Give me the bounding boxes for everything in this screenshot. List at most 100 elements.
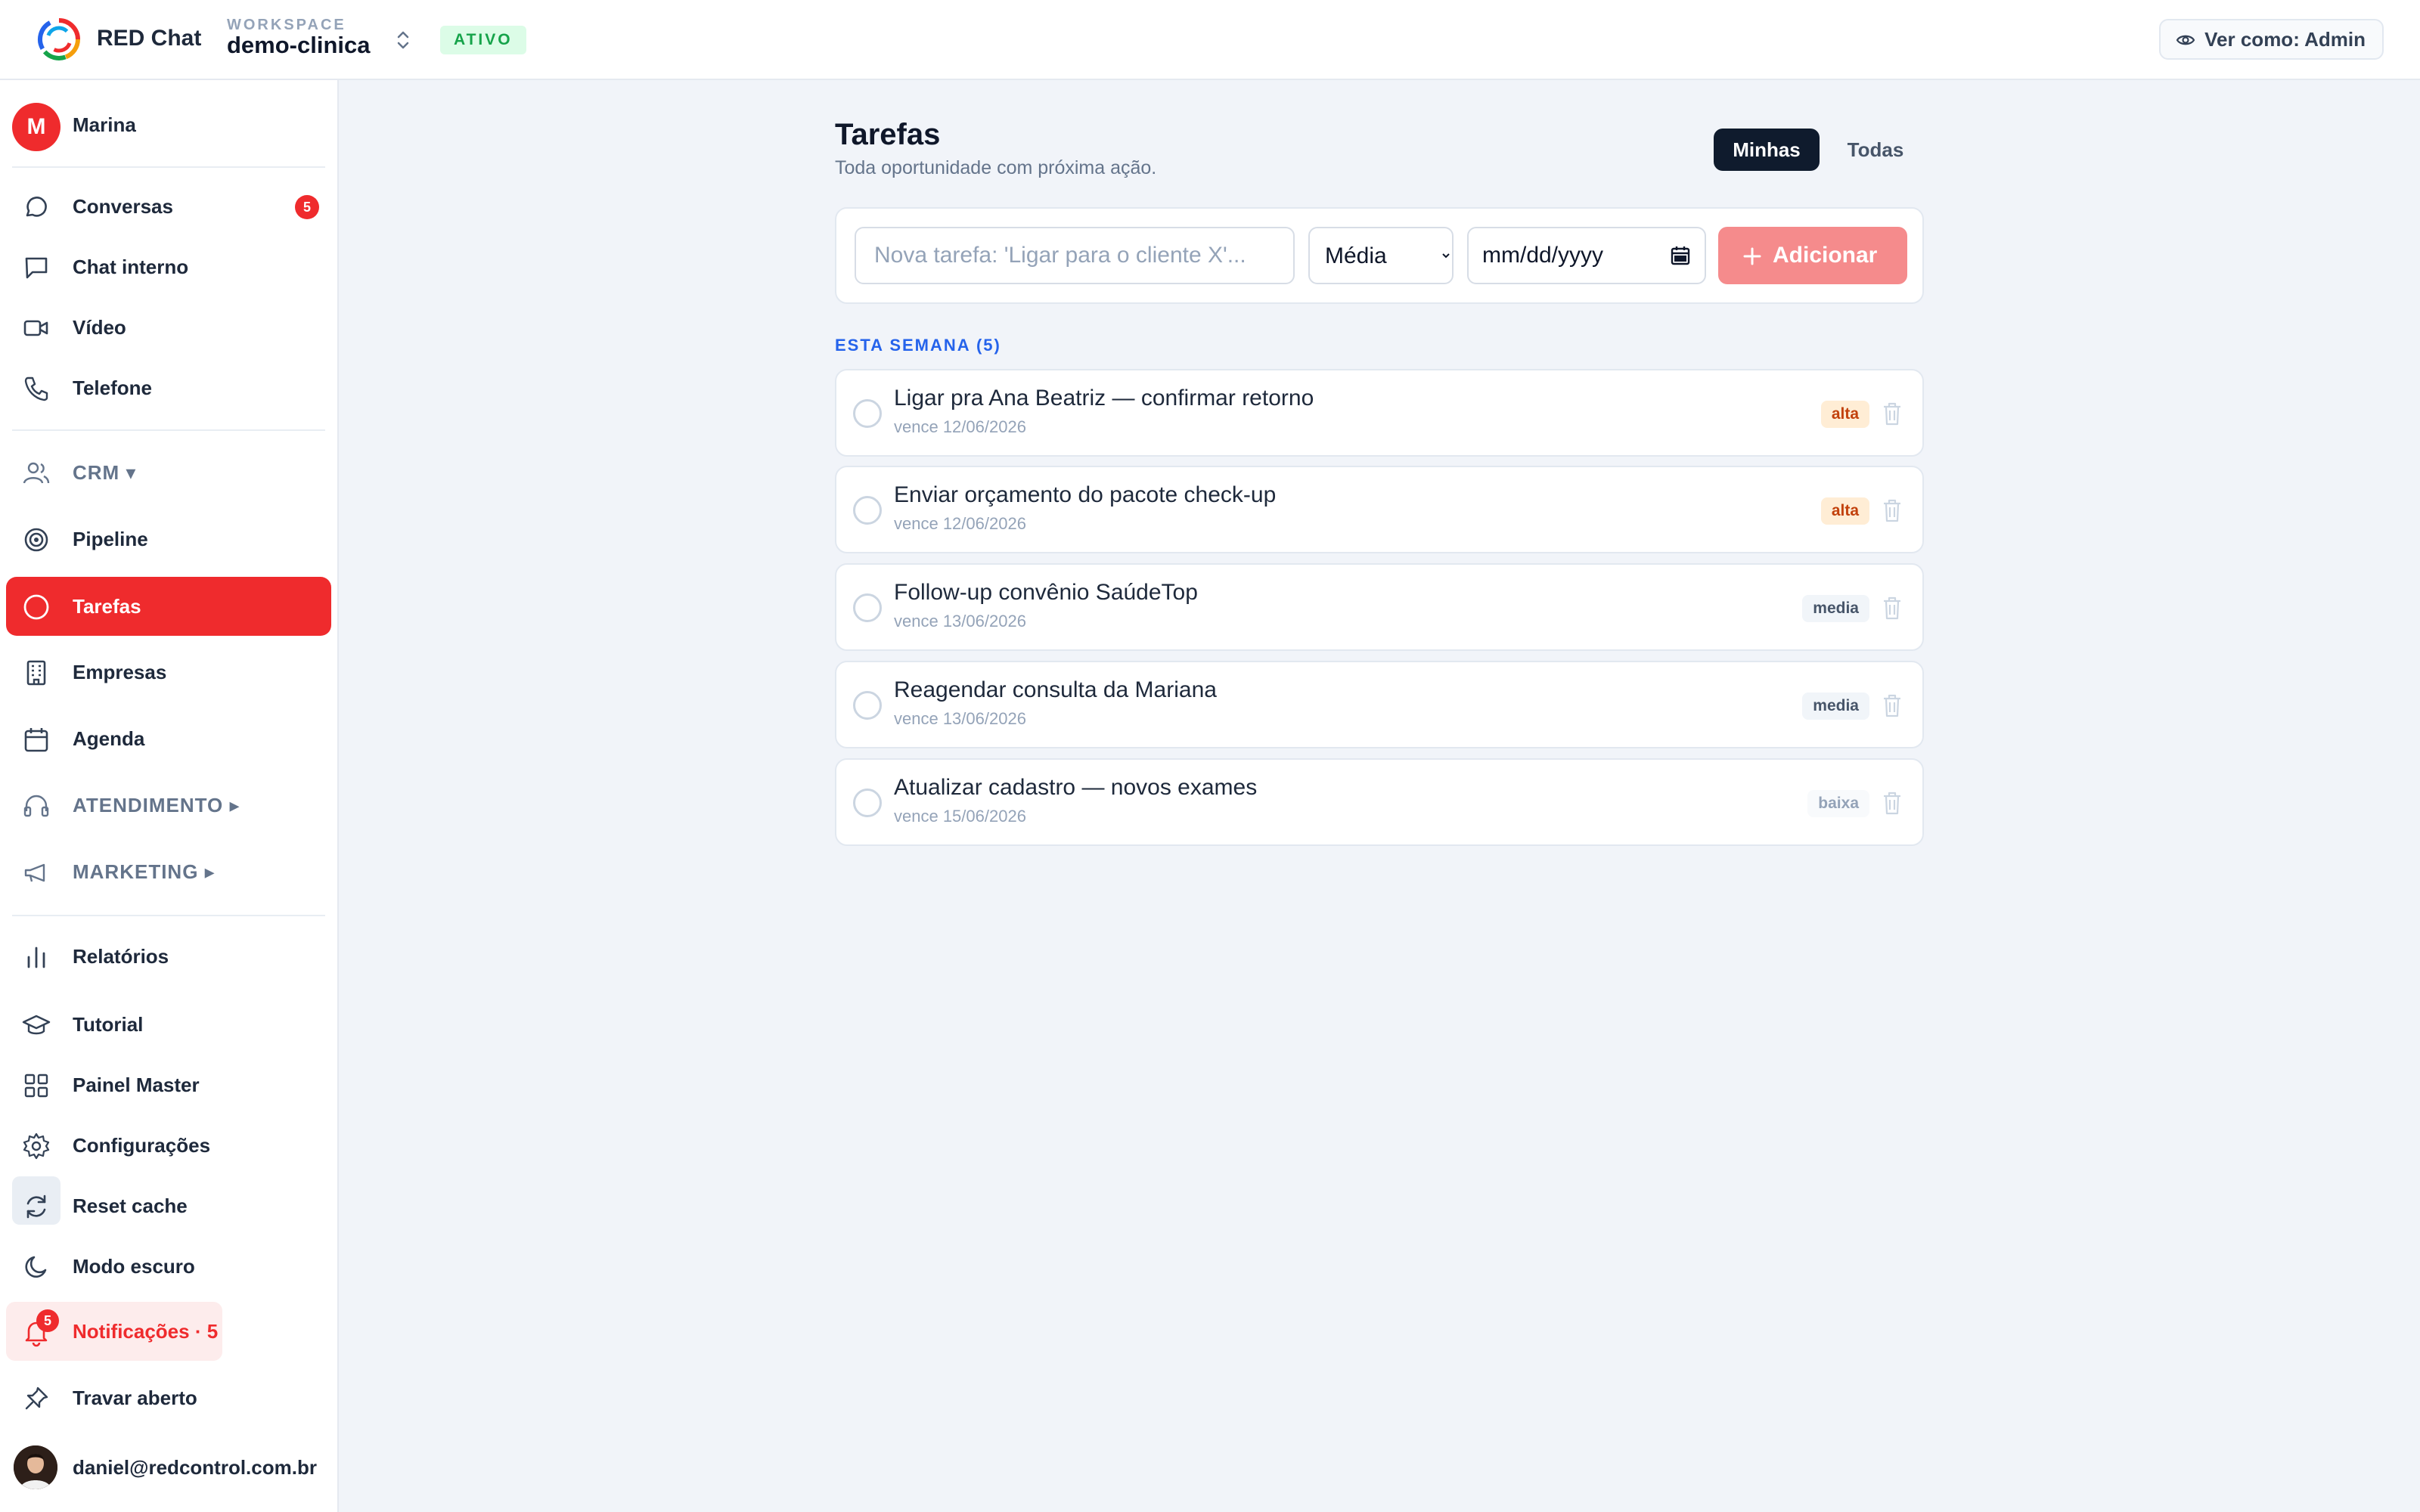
message-square-icon: [25, 257, 48, 279]
workspace-name[interactable]: demo-clinica: [227, 32, 371, 59]
sidebar-item-label: Pipeline: [73, 528, 148, 550]
task-row[interactable]: Enviar orçamento do pacote check-up vence…: [835, 466, 1924, 553]
sidebar-divider: [12, 166, 325, 168]
task-due-date: vence 12/06/2026: [894, 514, 1026, 533]
sidebar-section-label: MARKETING ▸: [73, 860, 216, 883]
task-row[interactable]: Ligar pra Ana Beatriz — confirmar retorn…: [835, 369, 1924, 457]
task-due-date: vence 13/06/2026: [894, 709, 1026, 728]
sidebar-item-tarefas[interactable]: Tarefas: [6, 577, 331, 636]
task-title[interactable]: Follow-up convênio SaúdeTop: [894, 580, 1198, 606]
user-name[interactable]: Marina: [73, 113, 136, 137]
sidebar-item-relatorios[interactable]: Relatórios: [6, 927, 331, 986]
sidebar-item-empresas[interactable]: Empresas: [6, 643, 331, 702]
chat-bubble-icon: [26, 197, 47, 217]
person-photo-icon: [14, 1445, 57, 1489]
task-title[interactable]: Ligar pra Ana Beatriz — confirmar retorn…: [894, 386, 1314, 411]
trash-icon[interactable]: [1880, 401, 1904, 426]
new-task-input[interactable]: [855, 227, 1295, 284]
target-icon: [24, 528, 48, 552]
user-avatar[interactable]: M: [12, 103, 60, 151]
filter-all-button[interactable]: Todas: [1827, 129, 1924, 171]
video-camera-icon: [23, 320, 48, 336]
view-as-button[interactable]: Ver como: Admin: [2159, 19, 2384, 60]
view-as-label: Ver como: Admin: [2204, 28, 2366, 51]
trash-icon[interactable]: [1880, 595, 1904, 621]
sidebar-item-label: Conversas: [73, 195, 173, 218]
sidebar-item-conversas[interactable]: Conversas 5: [6, 177, 331, 236]
due-date-placeholder: mm/dd/yyyy: [1482, 243, 1604, 268]
trash-icon[interactable]: [1880, 790, 1904, 816]
workspace-switch-icon[interactable]: [392, 27, 414, 53]
calendar-icon[interactable]: [1670, 245, 1691, 266]
complete-task-checkbox[interactable]: [853, 593, 882, 622]
building-icon: [26, 660, 46, 686]
sidebar-item-label: Notificações · 5: [73, 1320, 219, 1343]
add-task-button[interactable]: Adicionar: [1718, 227, 1907, 284]
task-priority-badge: alta: [1820, 497, 1869, 525]
calendar-icon: [24, 728, 48, 752]
complete-task-checkbox[interactable]: [853, 399, 882, 428]
sidebar-section-marketing[interactable]: MARKETING ▸: [6, 842, 331, 901]
plus-icon: [1743, 247, 1761, 265]
top-bar: RED Chat WORKSPACE demo-clinica ATIVO Ve…: [0, 0, 2420, 80]
eye-icon: [2176, 35, 2195, 45]
pin-icon: [25, 1387, 48, 1410]
sidebar-item-tutorial[interactable]: Tutorial: [6, 995, 331, 1054]
filter-mine-button[interactable]: Minhas: [1714, 129, 1820, 171]
headphones-icon: [23, 795, 49, 817]
sidebar-item-chat-interno[interactable]: Chat interno: [6, 237, 331, 296]
red-chat-logo-icon: [38, 17, 80, 60]
sidebar-item-notificacoes[interactable]: 5 Notificações · 5: [6, 1302, 222, 1361]
sidebar-item-label: Travar aberto: [73, 1387, 197, 1409]
task-row[interactable]: Follow-up convênio SaúdeTop vence 13/06/2…: [835, 563, 1924, 651]
complete-task-checkbox[interactable]: [853, 691, 882, 720]
task-title[interactable]: Reagendar consulta da Mariana: [894, 677, 1217, 703]
priority-select[interactable]: Média: [1308, 227, 1454, 284]
sidebar-section-crm[interactable]: CRM ▾: [6, 443, 331, 502]
bar-chart-icon: [27, 947, 45, 968]
task-due-date: vence 13/06/2026: [894, 612, 1026, 631]
sidebar-item-modo-escuro[interactable]: Modo escuro: [6, 1237, 331, 1296]
task-title[interactable]: Enviar orçamento do pacote check-up: [894, 482, 1276, 508]
sidebar-item-telefone[interactable]: Telefone: [6, 358, 331, 417]
task-row[interactable]: Atualizar cadastro — novos exames vence 1…: [835, 758, 1924, 846]
notification-count-badge: 5: [36, 1309, 59, 1332]
due-date-input[interactable]: mm/dd/yyyy: [1467, 227, 1706, 284]
sidebar-section-label: CRM ▾: [73, 461, 137, 484]
trash-icon[interactable]: [1880, 692, 1904, 718]
sidebar-section-atendimento[interactable]: ATENDIMENTO ▸: [6, 776, 331, 835]
sidebar-item-label: Chat interno: [73, 256, 189, 278]
sidebar-item-label: Tarefas: [73, 595, 141, 618]
sidebar-item-label: Painel Master: [73, 1074, 200, 1096]
refresh-icon: [26, 1194, 46, 1219]
sidebar-item-label: Relatórios: [73, 945, 169, 968]
sidebar-item-painel-master[interactable]: Painel Master: [6, 1055, 331, 1114]
task-due-date: vence 15/06/2026: [894, 807, 1026, 826]
sidebar-item-pipeline[interactable]: Pipeline: [6, 510, 331, 569]
section-heading-this-week: ESTA SEMANA (5): [835, 336, 1001, 355]
task-row[interactable]: Reagendar consulta da Mariana vence 13/06…: [835, 661, 1924, 748]
grid-icon: [24, 1074, 48, 1098]
sidebar-item-label: Empresas: [73, 661, 167, 683]
gear-icon: [23, 1132, 50, 1160]
sidebar-item-label: Tutorial: [73, 1013, 144, 1036]
complete-task-checkbox[interactable]: [853, 789, 882, 817]
sidebar-item-agenda[interactable]: Agenda: [6, 709, 331, 768]
page-subtitle: Toda oportunidade com próxima ação.: [835, 157, 1157, 178]
sidebar-divider: [12, 915, 325, 916]
account-email[interactable]: daniel@redcontrol.com.br: [73, 1456, 330, 1479]
sidebar-item-label: Vídeo: [73, 316, 126, 339]
account-avatar[interactable]: [14, 1445, 57, 1489]
complete-task-checkbox[interactable]: [853, 496, 882, 525]
sidebar-item-configuracoes[interactable]: Configurações: [6, 1116, 331, 1175]
circle-icon: [23, 594, 49, 620]
sidebar-item-travar-aberto[interactable]: Travar aberto: [6, 1368, 331, 1427]
trash-icon[interactable]: [1880, 497, 1904, 523]
task-due-date: vence 12/06/2026: [894, 417, 1026, 436]
moon-icon: [25, 1256, 47, 1278]
task-priority-badge: baixa: [1807, 790, 1869, 817]
sidebar-item-video[interactable]: Vídeo: [6, 298, 331, 357]
sidebar-section-label: ATENDIMENTO ▸: [73, 794, 240, 816]
task-title[interactable]: Atualizar cadastro — novos exames: [894, 775, 1257, 801]
sidebar-item-reset-cache[interactable]: Reset cache: [6, 1176, 331, 1235]
